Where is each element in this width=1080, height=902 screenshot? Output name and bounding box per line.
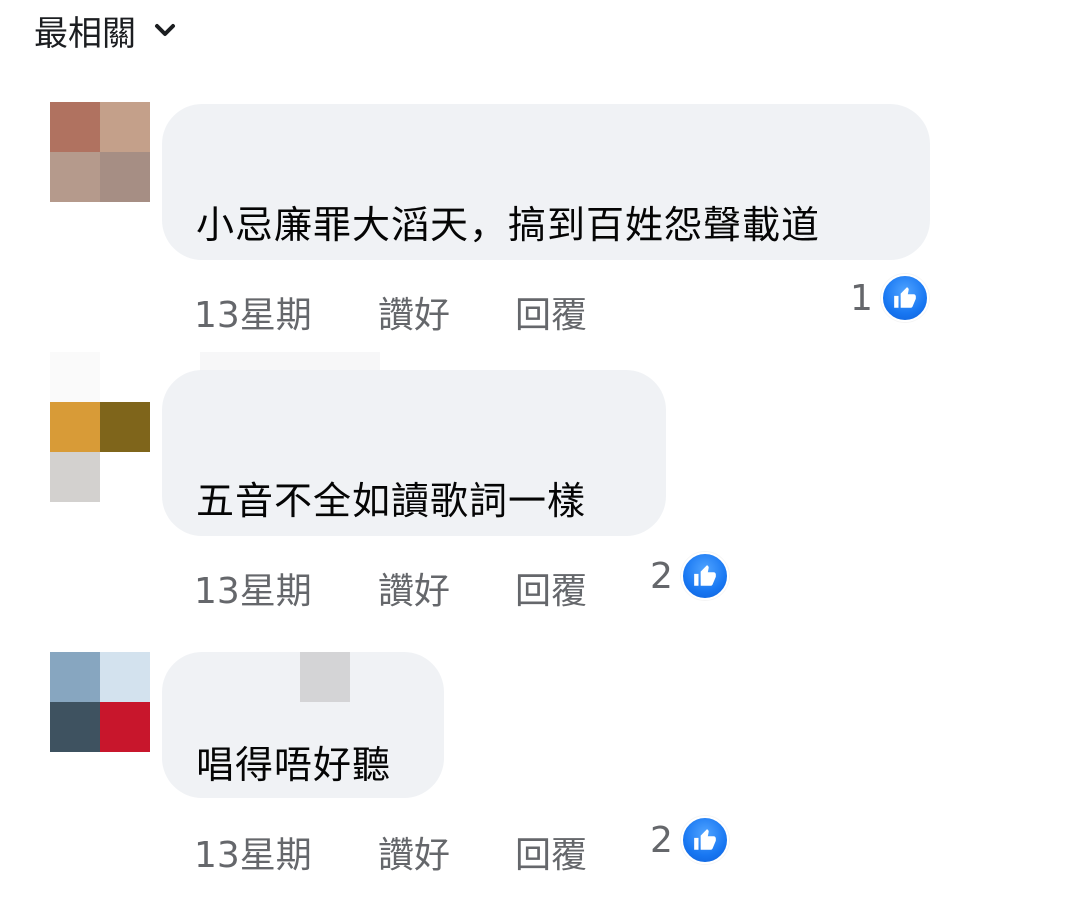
comment-timestamp[interactable]: 13星期 — [194, 562, 378, 614]
comments-panel: 最相關 小忌廉罪大滔天，搞到百姓怨聲載道 13星期 讚好 回覆 1 五音不全如讀… — [0, 0, 1080, 902]
comment-text: 小忌廉罪大滔天，搞到百姓怨聲載道 — [196, 203, 821, 247]
reaction-count: 2 — [650, 819, 673, 861]
comment-actions: 13星期 讚好 回覆 — [194, 286, 587, 338]
avatar-pixel — [100, 652, 150, 702]
reaction-count: 2 — [650, 555, 673, 597]
comment-actions: 13星期 讚好 回覆 — [194, 562, 587, 614]
avatar-pixel — [50, 452, 100, 502]
avatar-pixel — [50, 152, 100, 202]
comment-actions: 13星期 讚好 回覆 — [194, 826, 587, 878]
like-button[interactable]: 讚好 — [378, 286, 515, 338]
avatar-pixel — [50, 402, 100, 452]
comment-timestamp[interactable]: 13星期 — [194, 826, 378, 878]
thumbs-up-icon — [880, 274, 929, 322]
reaction-summary[interactable]: 1 — [850, 274, 929, 322]
avatar-pixel — [50, 702, 100, 752]
avatar[interactable] — [50, 352, 150, 502]
avatar-pixel — [50, 102, 100, 152]
reaction-count: 1 — [850, 277, 873, 319]
comment-text: 五音不全如讀歌詞一樣 — [196, 479, 587, 523]
comment-bubble: 唱得唔好聽 — [162, 652, 444, 798]
commenter-name-blurred[interactable] — [300, 652, 350, 702]
thumbs-up-icon — [680, 816, 729, 864]
like-button[interactable]: 讚好 — [378, 826, 515, 878]
like-button[interactable]: 讚好 — [378, 562, 515, 614]
avatar[interactable] — [50, 102, 150, 202]
reply-button[interactable]: 回覆 — [515, 562, 587, 614]
avatar[interactable] — [50, 652, 150, 752]
avatar-pixel — [50, 652, 100, 702]
comment-timestamp[interactable]: 13星期 — [194, 286, 378, 338]
thumbs-up-icon — [680, 552, 729, 600]
reply-button[interactable]: 回覆 — [515, 286, 587, 338]
sort-label: 最相關 — [34, 14, 136, 54]
comment-bubble: 小忌廉罪大滔天，搞到百姓怨聲載道 — [162, 104, 930, 260]
avatar-pixel — [100, 452, 150, 502]
avatar-pixel — [100, 702, 150, 752]
avatar-pixel — [100, 402, 150, 452]
avatar-pixel — [50, 352, 100, 402]
reply-button[interactable]: 回覆 — [515, 826, 587, 878]
reaction-summary[interactable]: 2 — [650, 552, 729, 600]
comment-bubble: 五音不全如讀歌詞一樣 — [162, 370, 666, 536]
avatar-pixel — [100, 152, 150, 202]
avatar-pixel — [100, 102, 150, 152]
avatar-pixel — [100, 352, 150, 402]
sort-dropdown[interactable]: 最相關 — [34, 6, 176, 55]
comment-text: 唱得唔好聽 — [196, 743, 392, 787]
reaction-summary[interactable]: 2 — [650, 816, 729, 864]
chevron-down-icon — [155, 23, 175, 36]
